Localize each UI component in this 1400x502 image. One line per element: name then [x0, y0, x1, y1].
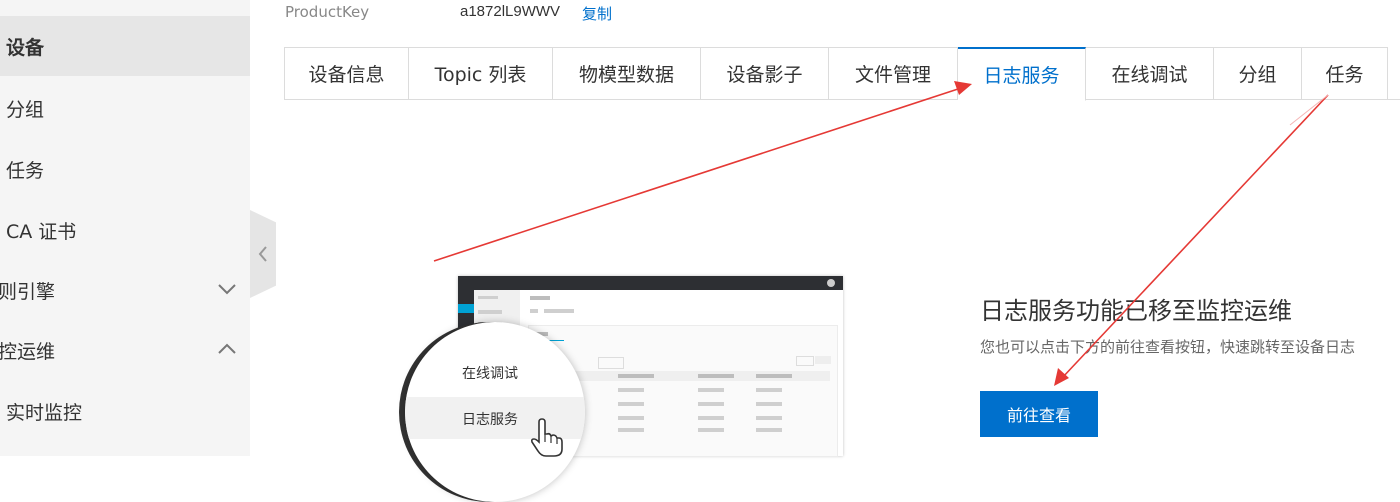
sidebar-item-label: CA 证书 — [6, 220, 77, 243]
illus-bar — [756, 416, 782, 420]
illus-bar — [618, 402, 644, 406]
sidebar-item-label: 任务 — [6, 159, 45, 182]
illus-button — [815, 356, 831, 364]
sidebar-item-label: 实时监控 — [6, 401, 83, 424]
illus-button — [796, 356, 814, 366]
illus-bar — [756, 374, 792, 378]
illus-bar — [698, 402, 724, 406]
tab-file-management[interactable]: 文件管理 — [829, 47, 958, 100]
tab-log-service[interactable]: 日志服务 — [958, 47, 1086, 101]
chevron-left-icon — [258, 246, 267, 262]
tab-device-info[interactable]: 设备信息 — [284, 47, 409, 100]
tabs-filler — [1388, 47, 1400, 100]
sidebar-item-label: 设备 — [6, 36, 45, 59]
illus-bar — [698, 374, 734, 378]
tab-online-debug[interactable]: 在线调试 — [1086, 47, 1214, 100]
info-title: 日志服务功能已移至监控运维 — [980, 297, 1292, 325]
illus-bar — [530, 309, 538, 313]
sidebar-item-group[interactable]: 分组 — [0, 78, 250, 138]
tab-label: 文件管理 — [854, 64, 931, 86]
illus-nav-selected — [458, 304, 474, 313]
hand-cursor-icon — [530, 418, 563, 457]
illus-bar — [698, 428, 724, 432]
sidebar-item-monitoring[interactable]: 控运维 — [0, 320, 250, 380]
illus-bar — [530, 296, 550, 300]
illus-bar — [618, 416, 644, 420]
illus-bar — [478, 296, 498, 299]
sidebar-item-label: 控运维 — [0, 340, 56, 363]
illus-menu-online-debug: 在线调试 — [462, 366, 518, 382]
sidebar-collapse-handle[interactable] — [250, 210, 276, 298]
illus-bar — [756, 428, 782, 432]
copy-link[interactable]: 复制 — [582, 3, 612, 24]
tab-label: 物模型数据 — [578, 64, 674, 86]
illus-bar — [478, 310, 502, 314]
tab-label: 分组 — [1238, 64, 1277, 86]
illus-bar — [618, 428, 644, 432]
sidebar-item-label: 则引擎 — [0, 280, 56, 303]
tab-label: 设备影子 — [726, 64, 803, 86]
illus-bar — [618, 374, 654, 378]
illus-bar — [544, 309, 574, 313]
annotation-arrow-line — [433, 88, 959, 262]
sidebar-item-task[interactable]: 任务 — [0, 139, 250, 199]
user-icon — [827, 279, 835, 287]
sidebar-item-ca-cert[interactable]: CA 证书 — [0, 200, 250, 260]
sidebar: 设备 分组 任务 CA 证书 则引擎 控运维 实时监控 — [0, 0, 250, 456]
illus-bar — [698, 388, 724, 392]
sidebar-item-label: 分组 — [6, 98, 45, 121]
chevron-up-icon — [218, 343, 236, 354]
tab-thing-model-data[interactable]: 物模型数据 — [553, 47, 701, 100]
tab-label: 在线调试 — [1111, 64, 1188, 86]
illus-menu-log-service: 日志服务 — [462, 412, 518, 428]
annotation-arrowhead — [1054, 368, 1069, 386]
tab-device-shadow[interactable]: 设备影子 — [701, 47, 829, 100]
tab-group[interactable]: 分组 — [1214, 47, 1302, 100]
illus-bar — [618, 388, 644, 392]
go-view-button[interactable]: 前往查看 — [980, 391, 1098, 437]
product-key-value: a1872lL9WWV — [460, 3, 561, 20]
illus-bar — [756, 402, 782, 406]
sidebar-item-rule-engine[interactable]: 则引擎 — [0, 260, 250, 320]
sidebar-item-realtime-monitor[interactable]: 实时监控 — [0, 381, 250, 441]
sidebar-item-device[interactable]: 设备 — [0, 16, 250, 76]
tab-label: 日志服务 — [983, 65, 1060, 87]
illus-bar — [698, 416, 724, 420]
device-tabs: 设备信息 Topic 列表 物模型数据 设备影子 文件管理 日志服务 在线调试 … — [284, 47, 1400, 101]
illus-select — [598, 357, 624, 369]
tab-label: Topic 列表 — [434, 64, 527, 86]
illus-bar — [756, 388, 782, 392]
tab-label: 设备信息 — [308, 64, 385, 86]
illus-topbar — [458, 276, 843, 290]
tab-topic-list[interactable]: Topic 列表 — [409, 47, 553, 100]
info-description: 您也可以点击下方的前往查看按钮，快速跳转至设备日志 — [980, 338, 1356, 356]
tab-task[interactable]: 任务 — [1302, 47, 1388, 100]
product-key-label: ProductKey — [285, 3, 370, 21]
magnifier-circle: 在线调试 日志服务 — [405, 322, 585, 502]
chevron-down-icon — [218, 284, 236, 295]
tab-label: 任务 — [1325, 64, 1364, 86]
